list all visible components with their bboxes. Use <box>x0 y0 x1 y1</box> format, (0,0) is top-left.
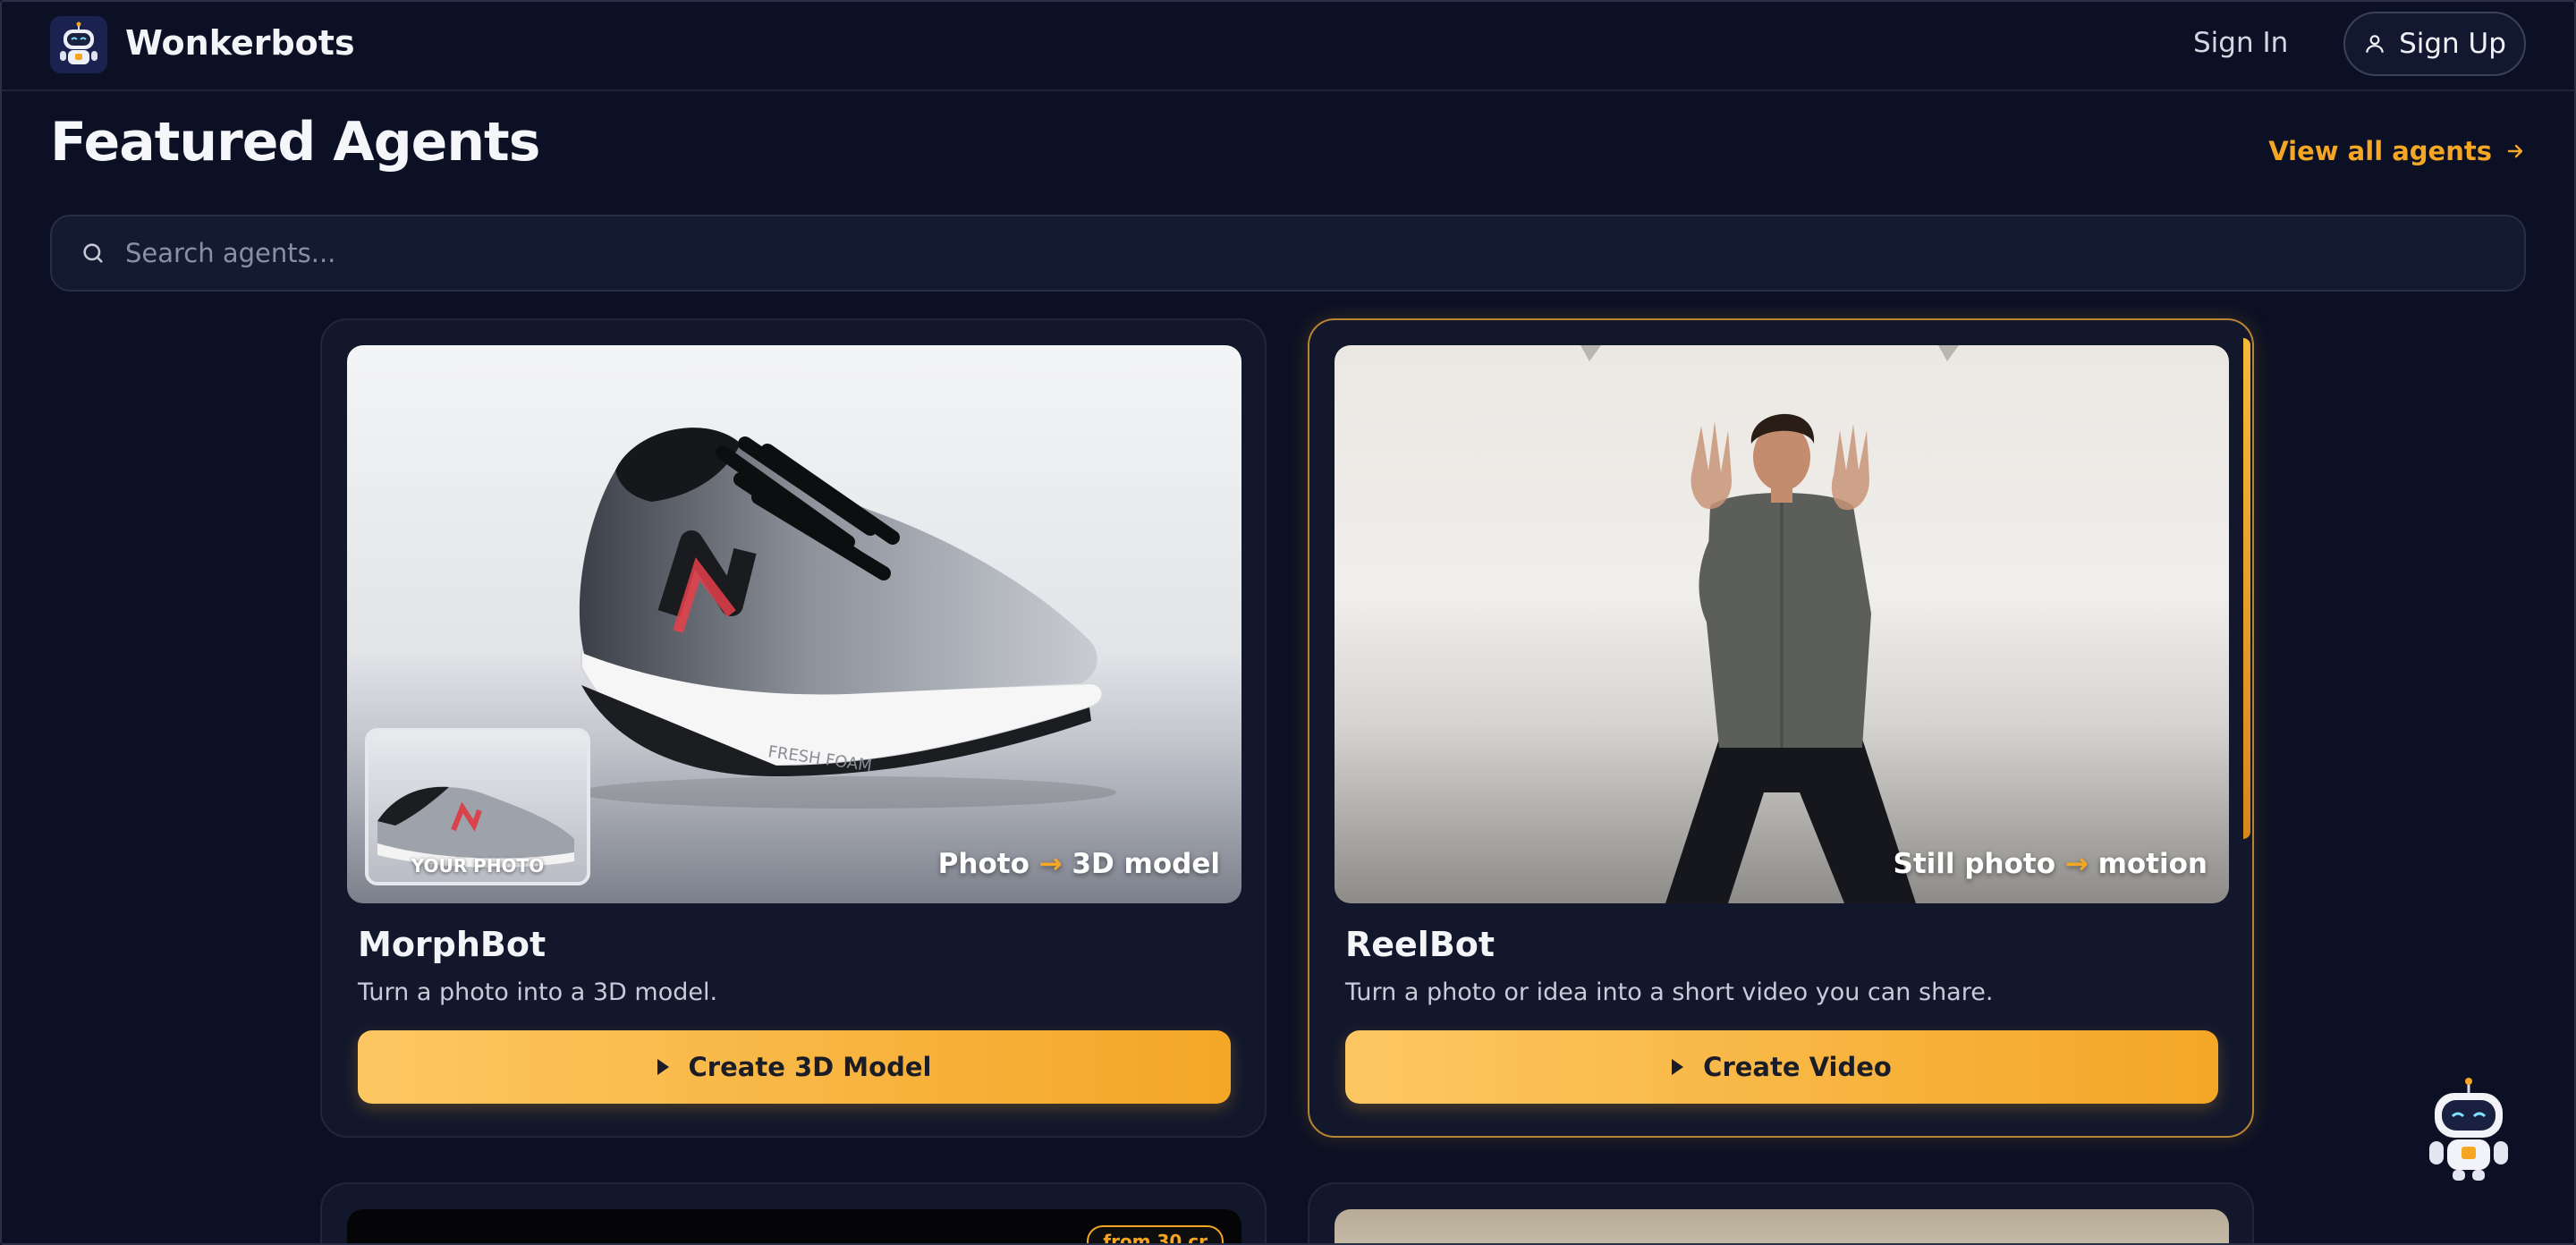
create-3d-model-button[interactable]: Create 3D Model <box>358 1030 1231 1104</box>
arrow-right-icon <box>2507 144 2523 158</box>
agent-description: Turn a photo or idea into a short video … <box>1345 978 1994 1006</box>
page-title: Featured Agents <box>50 111 540 174</box>
sign-up-label: Sign Up <box>2399 28 2506 60</box>
agent-card-lower-left[interactable]: from 30 cr <box>320 1182 1267 1245</box>
agent-card-reelbot[interactable]: Still photo → motion ReelBot Turn a phot… <box>1308 318 2254 1138</box>
play-icon <box>657 1059 669 1075</box>
view-all-agents-link[interactable]: View all agents <box>2268 136 2526 166</box>
your-photo-thumbnail: YOUR PHOTO <box>365 728 590 885</box>
sign-up-button[interactable]: Sign Up <box>2343 12 2526 76</box>
button-label: Create 3D Model <box>688 1052 932 1082</box>
button-label: Create Video <box>1703 1052 1892 1082</box>
media-caption: Still photo → motion <box>1893 848 2208 880</box>
agent-title: ReelBot <box>1345 925 1496 964</box>
credits-badge: from 30 cr <box>1087 1225 1224 1245</box>
search-input[interactable] <box>125 238 2451 268</box>
agent-card-lower-right[interactable] <box>1308 1182 2254 1245</box>
agent-preview-image <box>1335 1209 2229 1245</box>
robot-assistant-icon[interactable] <box>2426 1077 2512 1184</box>
morphbot-preview-image: FRESH FOAM YOUR PHOTO Photo → 3D model <box>347 345 1241 903</box>
agent-preview-image: from 30 cr <box>347 1209 1241 1245</box>
agent-description: Turn a photo into a 3D model. <box>358 978 718 1006</box>
media-caption: Photo → 3D model <box>937 848 1220 880</box>
sign-in-link[interactable]: Sign In <box>2193 27 2288 59</box>
your-photo-label: YOUR PHOTO <box>411 855 545 877</box>
agent-card-morphbot[interactable]: FRESH FOAM YOUR PHOTO Photo → 3D model M… <box>320 318 1267 1138</box>
reelbot-preview-image: Still photo → motion <box>1335 345 2229 903</box>
brand-name[interactable]: Wonkerbots <box>125 23 355 63</box>
top-navigation: Wonkerbots Sign In Sign Up <box>0 0 2576 91</box>
view-all-label: View all agents <box>2268 136 2492 166</box>
user-icon <box>2366 35 2384 53</box>
agent-title: MorphBot <box>358 925 547 964</box>
create-video-button[interactable]: Create Video <box>1345 1030 2218 1104</box>
search-bar[interactable] <box>50 215 2526 292</box>
search-icon <box>83 243 103 263</box>
play-icon <box>1672 1059 1684 1075</box>
robot-logo-icon[interactable] <box>50 16 107 73</box>
